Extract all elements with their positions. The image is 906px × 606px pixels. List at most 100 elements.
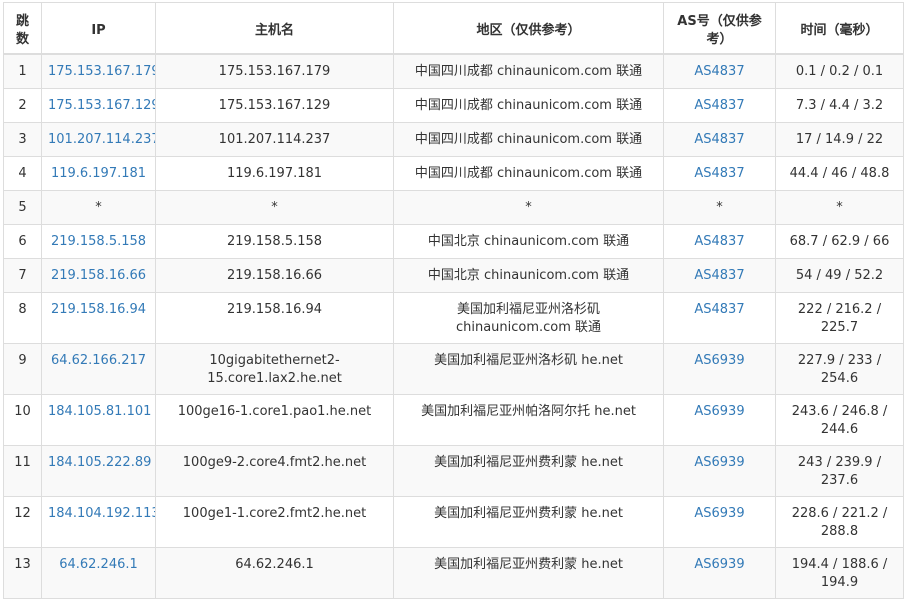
cell-ip: 219.158.16.66 bbox=[41, 257, 156, 293]
cell-location: 美国加利福尼亚州费利蒙 he.net bbox=[393, 546, 664, 599]
cell-as: AS6939 bbox=[663, 495, 776, 548]
cell-ip-link[interactable]: 184.104.192.113 bbox=[48, 506, 155, 521]
cell-as: AS6939 bbox=[663, 444, 776, 497]
table-row: 9 64.62.166.217 10gigabitethernet2-15.core… bbox=[3, 342, 904, 395]
cell-time: 44.4 / 46 / 48.8 bbox=[775, 155, 904, 191]
cell-ip: 175.153.167.179 bbox=[41, 53, 156, 89]
table-row: 11 184.105.222.89 100ge9-2.core4.fmt2.he.n… bbox=[3, 444, 904, 497]
cell-location: 美国加利福尼亚州费利蒙 he.net bbox=[393, 444, 664, 497]
table-row: 13 64.62.246.1 64.62.246.1 美国加利福尼亚州费利蒙 he.n… bbox=[3, 546, 904, 599]
cell-hop: 4 bbox=[3, 155, 42, 191]
header-ip: IP bbox=[41, 2, 156, 55]
cell-time: 194.4 / 188.6 / 194.9 bbox=[775, 546, 904, 599]
cell-location: 中国北京 chinaunicom.com 联通 bbox=[393, 223, 664, 259]
cell-ip-link[interactable]: 64.62.246.1 bbox=[59, 557, 138, 572]
cell-location: 中国四川成都 chinaunicom.com 联通 bbox=[393, 53, 664, 89]
cell-as-link[interactable]: AS6939 bbox=[694, 353, 744, 368]
cell-as-link[interactable]: AS4837 bbox=[694, 166, 744, 181]
cell-location: 中国北京 chinaunicom.com 联通 bbox=[393, 257, 664, 293]
cell-ip: 101.207.114.237 bbox=[41, 121, 156, 157]
cell-hop: 7 bbox=[3, 257, 42, 293]
cell-time: 7.3 / 4.4 / 3.2 bbox=[775, 87, 904, 123]
cell-ip-link[interactable]: 219.158.16.66 bbox=[51, 268, 146, 283]
cell-hostname: 175.153.167.129 bbox=[155, 87, 394, 123]
cell-as-link[interactable]: AS6939 bbox=[694, 506, 744, 521]
cell-ip-link[interactable]: 219.158.5.158 bbox=[51, 234, 146, 249]
table-body: 1 175.153.167.179 175.153.167.179 中国四川成都 ch… bbox=[3, 53, 904, 599]
cell-location: 美国加利福尼亚州费利蒙 he.net bbox=[393, 495, 664, 548]
cell-ip: 184.105.222.89 bbox=[41, 444, 156, 497]
cell-hostname: 219.158.5.158 bbox=[155, 223, 394, 259]
cell-hostname: * bbox=[155, 189, 394, 225]
table-row: 5 * * * * * bbox=[3, 189, 904, 225]
cell-location: 美国加利福尼亚州洛杉矶 chinaunicom.com 联通 bbox=[393, 291, 664, 344]
cell-hop: 1 bbox=[3, 53, 42, 89]
cell-ip-link[interactable]: 219.158.16.94 bbox=[51, 302, 146, 317]
cell-hostname: 101.207.114.237 bbox=[155, 121, 394, 157]
table-row: 8 219.158.16.94 219.158.16.94 美国加利福尼亚州洛杉矶 c… bbox=[3, 291, 904, 344]
cell-as: * bbox=[663, 189, 776, 225]
cell-hostname: 64.62.246.1 bbox=[155, 546, 394, 599]
cell-hostname: 100ge1-1.core2.fmt2.he.net bbox=[155, 495, 394, 548]
cell-hop: 2 bbox=[3, 87, 42, 123]
cell-hop: 9 bbox=[3, 342, 42, 395]
cell-location: 美国加利福尼亚州洛杉矶 he.net bbox=[393, 342, 664, 395]
cell-as-link[interactable]: AS6939 bbox=[694, 404, 744, 419]
table-row: 4 119.6.197.181 119.6.197.181 中国四川成都 chinau… bbox=[3, 155, 904, 191]
cell-ip: 219.158.5.158 bbox=[41, 223, 156, 259]
table-row: 6 219.158.5.158 219.158.5.158 中国北京 chinauni… bbox=[3, 223, 904, 259]
cell-as: AS6939 bbox=[663, 546, 776, 599]
cell-time: 243 / 239.9 / 237.6 bbox=[775, 444, 904, 497]
cell-as: AS4837 bbox=[663, 53, 776, 89]
cell-ip-link[interactable]: 64.62.166.217 bbox=[51, 353, 146, 368]
cell-as-link[interactable]: AS4837 bbox=[694, 98, 744, 113]
cell-hop: 10 bbox=[3, 393, 42, 446]
cell-location: 美国加利福尼亚州帕洛阿尔托 he.net bbox=[393, 393, 664, 446]
cell-time: 243.6 / 246.8 / 244.6 bbox=[775, 393, 904, 446]
cell-ip-link[interactable]: 101.207.114.237 bbox=[48, 132, 155, 147]
table-row: 10 184.105.81.101 100ge16-1.core1.pao1.he.… bbox=[3, 393, 904, 446]
cell-ip-link[interactable]: 184.105.222.89 bbox=[48, 455, 151, 470]
cell-ip-link[interactable]: 175.153.167.129 bbox=[48, 98, 155, 113]
traceroute-table: 跳数 IP 主机名 地区（仅供参考） AS号（仅供参考） 时间（毫秒） 1 175… bbox=[3, 2, 904, 599]
cell-ip: * bbox=[41, 189, 156, 225]
cell-ip: 184.104.192.113 bbox=[41, 495, 156, 548]
cell-as-link[interactable]: AS4837 bbox=[694, 268, 744, 283]
table-row: 12 184.104.192.113 100ge1-1.core2.fmt2.he.… bbox=[3, 495, 904, 548]
header-hostname: 主机名 bbox=[155, 2, 394, 55]
cell-ip-link[interactable]: 184.105.81.101 bbox=[48, 404, 151, 419]
cell-ip: 175.153.167.129 bbox=[41, 87, 156, 123]
header-location: 地区（仅供参考） bbox=[393, 2, 664, 55]
cell-hop: 12 bbox=[3, 495, 42, 548]
cell-as-link[interactable]: AS4837 bbox=[694, 132, 744, 147]
cell-ip: 219.158.16.94 bbox=[41, 291, 156, 344]
cell-hostname: 119.6.197.181 bbox=[155, 155, 394, 191]
cell-as-link[interactable]: AS6939 bbox=[694, 557, 744, 572]
cell-location: * bbox=[393, 189, 664, 225]
header-hop: 跳数 bbox=[3, 2, 42, 55]
cell-hop: 5 bbox=[3, 189, 42, 225]
cell-as-link[interactable]: AS4837 bbox=[694, 234, 744, 249]
cell-time: 0.1 / 0.2 / 0.1 bbox=[775, 53, 904, 89]
table-row: 1 175.153.167.179 175.153.167.179 中国四川成都 ch… bbox=[3, 53, 904, 89]
cell-as: AS4837 bbox=[663, 223, 776, 259]
cell-ip: 64.62.166.217 bbox=[41, 342, 156, 395]
table-row: 7 219.158.16.66 219.158.16.66 中国北京 chinauni… bbox=[3, 257, 904, 293]
header-time: 时间（毫秒） bbox=[775, 2, 904, 55]
cell-as-link[interactable]: AS4837 bbox=[694, 64, 744, 79]
header-as: AS号（仅供参考） bbox=[663, 2, 776, 55]
table-row: 2 175.153.167.129 175.153.167.129 中国四川成都 ch… bbox=[3, 87, 904, 123]
cell-ip-link[interactable]: 175.153.167.179 bbox=[48, 64, 155, 79]
cell-hostname: 100ge9-2.core4.fmt2.he.net bbox=[155, 444, 394, 497]
cell-time: 54 / 49 / 52.2 bbox=[775, 257, 904, 293]
cell-ip-link[interactable]: 119.6.197.181 bbox=[51, 166, 146, 181]
cell-hop: 3 bbox=[3, 121, 42, 157]
cell-time: 228.6 / 221.2 / 288.8 bbox=[775, 495, 904, 548]
cell-hop: 11 bbox=[3, 444, 42, 497]
cell-time: 227.9 / 233 / 254.6 bbox=[775, 342, 904, 395]
cell-as-link[interactable]: AS4837 bbox=[694, 302, 744, 317]
cell-as-link[interactable]: AS6939 bbox=[694, 455, 744, 470]
cell-as: AS4837 bbox=[663, 257, 776, 293]
cell-hostname: 219.158.16.94 bbox=[155, 291, 394, 344]
cell-time: * bbox=[775, 189, 904, 225]
